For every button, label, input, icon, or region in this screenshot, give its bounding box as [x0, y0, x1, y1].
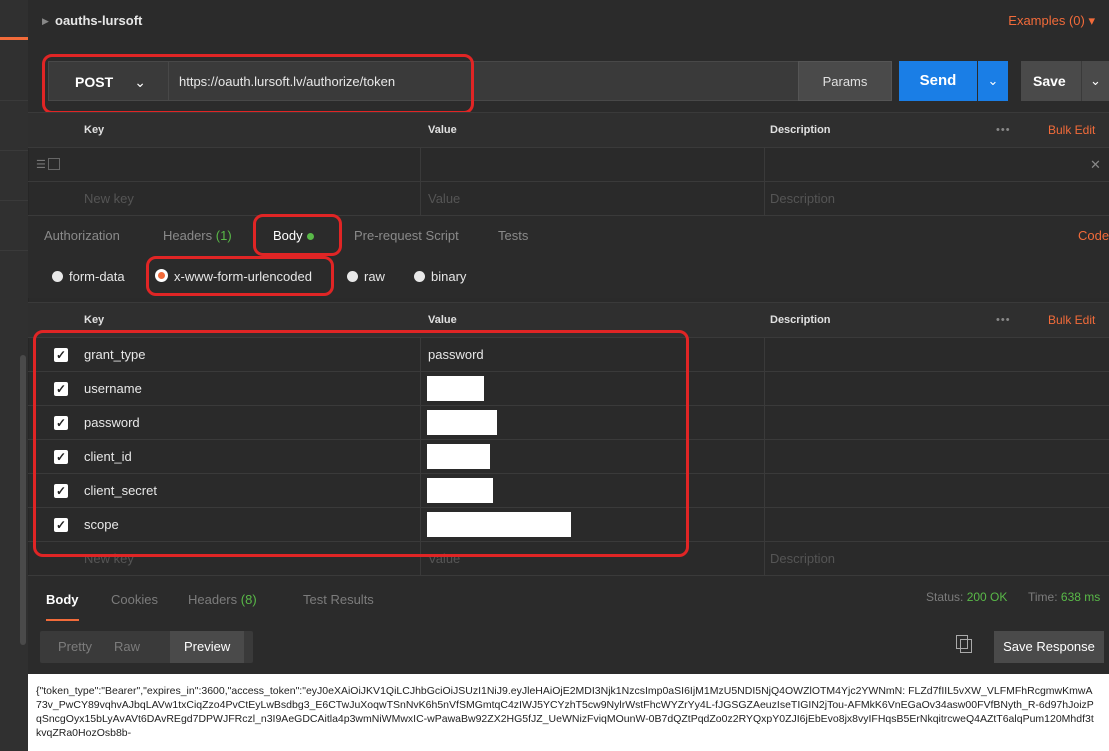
time-value: 638 ms — [1060, 590, 1101, 604]
more-options-icon[interactable]: ••• — [996, 124, 1011, 136]
tab-response-headers-label: Headers — [188, 592, 238, 607]
code-link[interactable]: Code — [1078, 216, 1109, 256]
radio-icon — [414, 271, 425, 282]
tab-tests[interactable]: Tests — [498, 216, 528, 256]
params-table-header: Key Value Description ••• Bulk Edit — [28, 112, 1109, 148]
response-body-text: {"token_type":"Bearer","expires_in":3600… — [36, 685, 1094, 739]
radio-form-data[interactable]: form-data — [52, 269, 125, 284]
new-description-input[interactable]: Description — [770, 542, 835, 575]
chevron-down-icon: ⌄ — [1090, 73, 1101, 88]
copy-icon[interactable] — [956, 635, 972, 653]
caret-right-icon[interactable]: ▶ — [42, 16, 49, 27]
table-row: New key Value Description — [28, 182, 1109, 216]
new-value-input[interactable]: Value — [428, 182, 460, 215]
status-value: 200 OK — [966, 590, 1008, 604]
save-response-button[interactable]: Save Response — [994, 631, 1104, 663]
key-column-header: Key — [84, 314, 105, 326]
response-view-bar: Pretty Raw Preview Save Response — [28, 621, 1109, 674]
new-description-input[interactable]: Description — [770, 182, 835, 215]
response-view-toggle: Pretty Raw Preview — [40, 631, 253, 663]
bulk-edit-link[interactable]: Bulk Edit — [1048, 313, 1095, 327]
tab-authorization[interactable]: Authorization — [44, 216, 120, 256]
value-column-header: Value — [428, 314, 457, 326]
divider — [0, 100, 28, 101]
value-column-header: Value — [428, 124, 457, 136]
time-label: Time: — [1028, 590, 1058, 604]
save-dropdown-button[interactable]: ⌄ — [1081, 61, 1109, 101]
request-tabs: Authorization Headers (1) Body Pre-reque… — [28, 216, 1109, 256]
tab-test-results[interactable]: Test Results — [303, 592, 374, 607]
view-preview[interactable]: Preview — [170, 631, 245, 663]
radio-icon — [52, 271, 63, 282]
time-indicator: Time: 638 ms — [1028, 590, 1100, 604]
radio-binary[interactable]: binary — [414, 269, 466, 284]
tab-headers[interactable]: Headers (1) — [163, 216, 232, 256]
divider — [0, 150, 28, 151]
radio-raw[interactable]: raw — [347, 269, 385, 284]
divider — [0, 250, 28, 251]
tab-headers-label: Headers — [163, 228, 213, 243]
divider — [0, 200, 28, 201]
bulk-edit-link[interactable]: Bulk Edit — [1048, 123, 1095, 137]
params-button[interactable]: Params — [798, 61, 892, 101]
chevron-down-icon: ⌄ — [987, 73, 999, 88]
radio-label: raw — [364, 269, 385, 284]
status-label: Status: — [926, 590, 964, 604]
save-button[interactable]: Save — [1021, 61, 1081, 101]
description-column-header: Description — [770, 314, 831, 326]
response-body-panel: {"token_type":"Bearer","expires_in":3600… — [28, 674, 1109, 751]
tab-response-body[interactable]: Body — [46, 592, 79, 621]
description-column-header: Description — [770, 124, 831, 136]
highlight-annotation — [253, 214, 342, 256]
table-row: ☰ ✕ — [28, 148, 1109, 182]
response-headers-count: (8) — [240, 592, 257, 607]
close-icon[interactable]: ✕ — [1090, 148, 1101, 181]
status-indicator: Status: 200 OK — [926, 590, 1007, 604]
left-sidebar-strip — [0, 0, 29, 751]
sidebar-accent — [0, 37, 28, 40]
send-button[interactable]: Send — [899, 61, 977, 101]
view-pretty[interactable]: Pretty — [58, 639, 92, 654]
highlight-annotation — [33, 330, 689, 557]
row-checkbox[interactable] — [48, 158, 60, 170]
sidebar-scrollbar[interactable] — [20, 355, 26, 645]
request-title-bar: ▶ oauths-lursoft Examples (0) ▾ — [28, 0, 1109, 48]
drag-handle-icon[interactable]: ☰ — [36, 148, 46, 181]
params-table: Key Value Description ••• Bulk Edit ☰ ✕ … — [28, 112, 1109, 216]
headers-count: (1) — [215, 228, 232, 243]
new-key-input[interactable]: New key — [84, 182, 134, 215]
view-raw[interactable]: Raw — [114, 639, 140, 654]
highlight-annotation — [146, 256, 334, 296]
radio-icon — [347, 271, 358, 282]
collection-name[interactable]: oauths-lursoft — [55, 13, 142, 28]
examples-dropdown[interactable]: Examples (0) ▾ — [1008, 13, 1095, 29]
radio-label: form-data — [69, 269, 125, 284]
tab-response-headers[interactable]: Headers (8) — [188, 592, 257, 607]
tab-cookies[interactable]: Cookies — [111, 592, 158, 607]
highlight-annotation — [42, 54, 474, 114]
key-column-header: Key — [84, 124, 105, 136]
radio-label: binary — [431, 269, 467, 284]
tab-prerequest-script[interactable]: Pre-request Script — [354, 216, 459, 256]
response-tabs: Body Cookies Headers (8) Test Results St… — [28, 575, 1109, 622]
send-dropdown-button[interactable]: ⌄ — [978, 61, 1008, 101]
more-options-icon[interactable]: ••• — [996, 314, 1011, 326]
